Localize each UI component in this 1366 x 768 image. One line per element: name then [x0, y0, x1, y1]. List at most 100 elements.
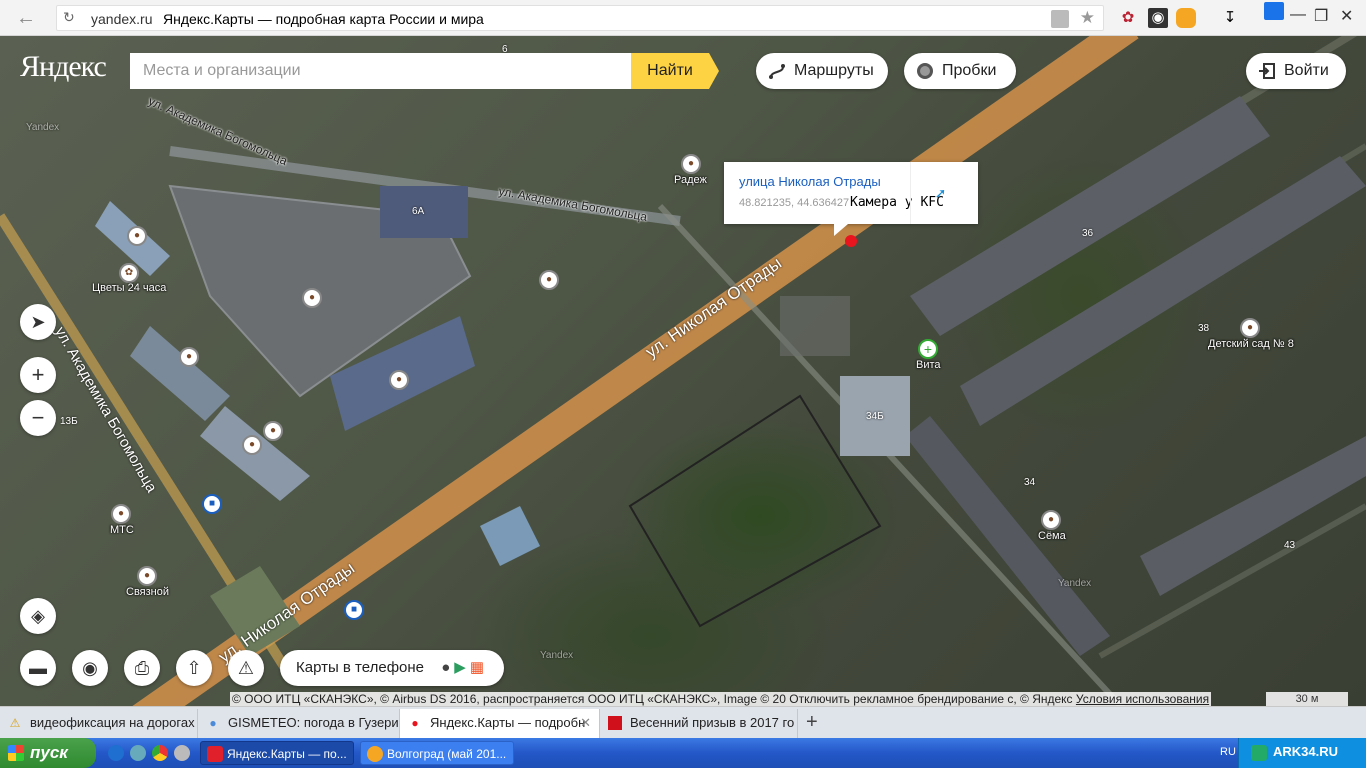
binoculars-icon[interactable]: ◉ [72, 650, 108, 686]
scale-bar: 30 м [1266, 692, 1348, 706]
house-number: 43 [1284, 540, 1296, 551]
poi-label: Вита [916, 359, 941, 371]
login-label: Войти [1284, 62, 1329, 79]
balloon-coordinates: 48.821235, 44.636427 [739, 197, 850, 209]
tab-videofiksatsiya[interactable]: ⚠ видеофиксация на дорогах [0, 709, 198, 739]
traffic-icon [917, 63, 933, 79]
bus-stop-icon[interactable]: ■ [344, 600, 364, 620]
search-input[interactable] [130, 53, 632, 89]
locate-icon[interactable]: ➤ [20, 304, 56, 340]
mobile-apps-label: Карты в телефоне [296, 659, 424, 676]
terms-link[interactable]: Условия использования [1076, 692, 1209, 706]
share-icon[interactable]: ⇧ [176, 650, 212, 686]
sync-icon[interactable] [1264, 2, 1284, 20]
reload-icon[interactable]: ↻ [63, 9, 75, 26]
watermark: Yandex [540, 650, 574, 661]
app-icon[interactable] [130, 745, 146, 761]
close-tab-icon[interactable]: ✕ [580, 709, 591, 737]
tab-yandex-maps[interactable]: ● Яндекс.Карты — подробн ✕ [400, 709, 600, 739]
shop-icon[interactable]: ● [302, 288, 322, 308]
globe-icon: ● [209, 716, 217, 730]
find-button[interactable]: Найти [631, 53, 719, 89]
phone-shop-icon[interactable]: ● [137, 566, 157, 586]
red-square-icon [608, 716, 622, 730]
layers-icon[interactable]: ◈ [20, 598, 56, 634]
new-tab-button[interactable]: + [806, 711, 818, 734]
shop-icon[interactable]: ● [539, 270, 559, 290]
location-icon[interactable]: ◉ [1148, 8, 1168, 28]
shop-icon[interactable]: ● [263, 421, 283, 441]
routes-button[interactable]: Маршруты [756, 53, 888, 89]
shop-icon[interactable]: ● [127, 226, 147, 246]
shop-icon[interactable]: ● [179, 347, 199, 367]
tray-icon[interactable] [1251, 745, 1267, 761]
download-icon[interactable]: ↧ [1220, 8, 1240, 28]
ruler-icon[interactable]: ▬ [20, 650, 56, 686]
address-domain: yandex.ru [91, 11, 153, 27]
house-number: 38 [1198, 323, 1210, 334]
taskbar-item-volgograd[interactable]: Волгоград (май 201... [360, 741, 514, 765]
close-icon[interactable]: ✕ [1340, 6, 1353, 26]
traffic-button[interactable]: Пробки [904, 53, 1016, 89]
watermark: Yandex [26, 122, 60, 133]
tab-label: видеофиксация на дорогах [30, 715, 195, 730]
login-button[interactable]: Войти [1246, 53, 1346, 89]
taskbar-item-yandex-maps[interactable]: Яндекс.Карты — по... [200, 741, 354, 765]
search-box[interactable] [130, 53, 632, 89]
bus-stop-icon[interactable]: ■ [202, 494, 222, 514]
language-indicator[interactable]: RU [1220, 746, 1236, 758]
phone-shop-icon[interactable]: ● [111, 504, 131, 524]
restore-icon[interactable]: ❐ [1314, 6, 1328, 26]
print-icon[interactable]: ⎙ [124, 650, 160, 686]
watermark: Yandex [1058, 578, 1092, 589]
lock-icon[interactable] [1051, 10, 1069, 28]
tab-vesenniy-prizyv[interactable]: Весенний призыв в 2017 го [600, 709, 798, 739]
minimize-icon[interactable]: — [1290, 6, 1306, 24]
shop-icon[interactable]: ● [1041, 510, 1061, 530]
map-view[interactable]: ул. Николая Отрады ул. Николая Отрады ул… [0, 36, 1366, 706]
flower-icon[interactable]: ✿ [119, 263, 139, 283]
map-pin-icon[interactable] [845, 235, 857, 247]
chat-icon[interactable] [1176, 8, 1196, 28]
poi-label: Сёма [1038, 530, 1066, 542]
chrome-icon[interactable] [152, 745, 168, 761]
poi-label: МТС [110, 524, 134, 536]
star-icon[interactable]: ★ [1080, 8, 1095, 28]
tab-strip: ⚠ видеофиксация на дорогах ● GISMETEO: п… [0, 706, 1366, 739]
satellite-layer [0, 36, 1366, 706]
browser-toolbar: ← ↻ yandex.ru Яндекс.Карты — подробная к… [0, 0, 1366, 36]
house-number: 36 [1082, 228, 1094, 239]
mobile-apps-button[interactable]: Карты в телефоне ●▶▦ [280, 650, 504, 686]
app-icon[interactable] [174, 745, 190, 761]
kindergarten-icon[interactable]: ● [1240, 318, 1260, 338]
ie-icon[interactable] [108, 745, 124, 761]
route-icon [769, 64, 785, 79]
pharmacy-icon[interactable]: + [918, 339, 938, 359]
google-play-icon: ▶ [454, 659, 470, 676]
balloon-title[interactable]: улица Николая Отрады [739, 174, 881, 189]
share-icon[interactable]: ➚ [910, 162, 970, 224]
zoom-out-button[interactable]: − [20, 400, 56, 436]
shop-icon[interactable]: ● [681, 154, 701, 174]
disable-branding-link[interactable]: Отключить рекламное брендирование [789, 692, 1004, 706]
back-button[interactable]: ← [12, 6, 40, 30]
poi-label: Связной [126, 586, 170, 598]
task-label: Волгоград (май 201... [387, 747, 507, 761]
warning-icon[interactable]: ⚠ [228, 650, 264, 686]
address-bar[interactable]: ↻ yandex.ru Яндекс.Карты — подробная кар… [56, 5, 1104, 31]
yandex-logo[interactable]: Яндекс [20, 50, 107, 84]
tab-gismeteo[interactable]: ● GISMETEO: погода в Гузери [198, 709, 400, 739]
shop-icon[interactable]: ● [389, 370, 409, 390]
windows-icon: ▦ [469, 659, 488, 676]
traffic-label: Пробки [942, 62, 997, 79]
routes-label: Маршруты [794, 62, 874, 79]
tab-label: Яндекс.Карты — подробн [430, 715, 586, 730]
start-button[interactable]: пуск [0, 738, 96, 768]
zoom-in-button[interactable]: + [20, 357, 56, 393]
ladybug-icon[interactable]: ✿ [1118, 8, 1138, 28]
poi-label: Детский сад № 8 [1208, 338, 1294, 350]
system-tray: ARK34.RU [1238, 738, 1366, 768]
warning-icon: ⚠ [9, 716, 21, 730]
map-pin-icon: ● [411, 716, 419, 730]
shop-icon[interactable]: ● [242, 435, 262, 455]
